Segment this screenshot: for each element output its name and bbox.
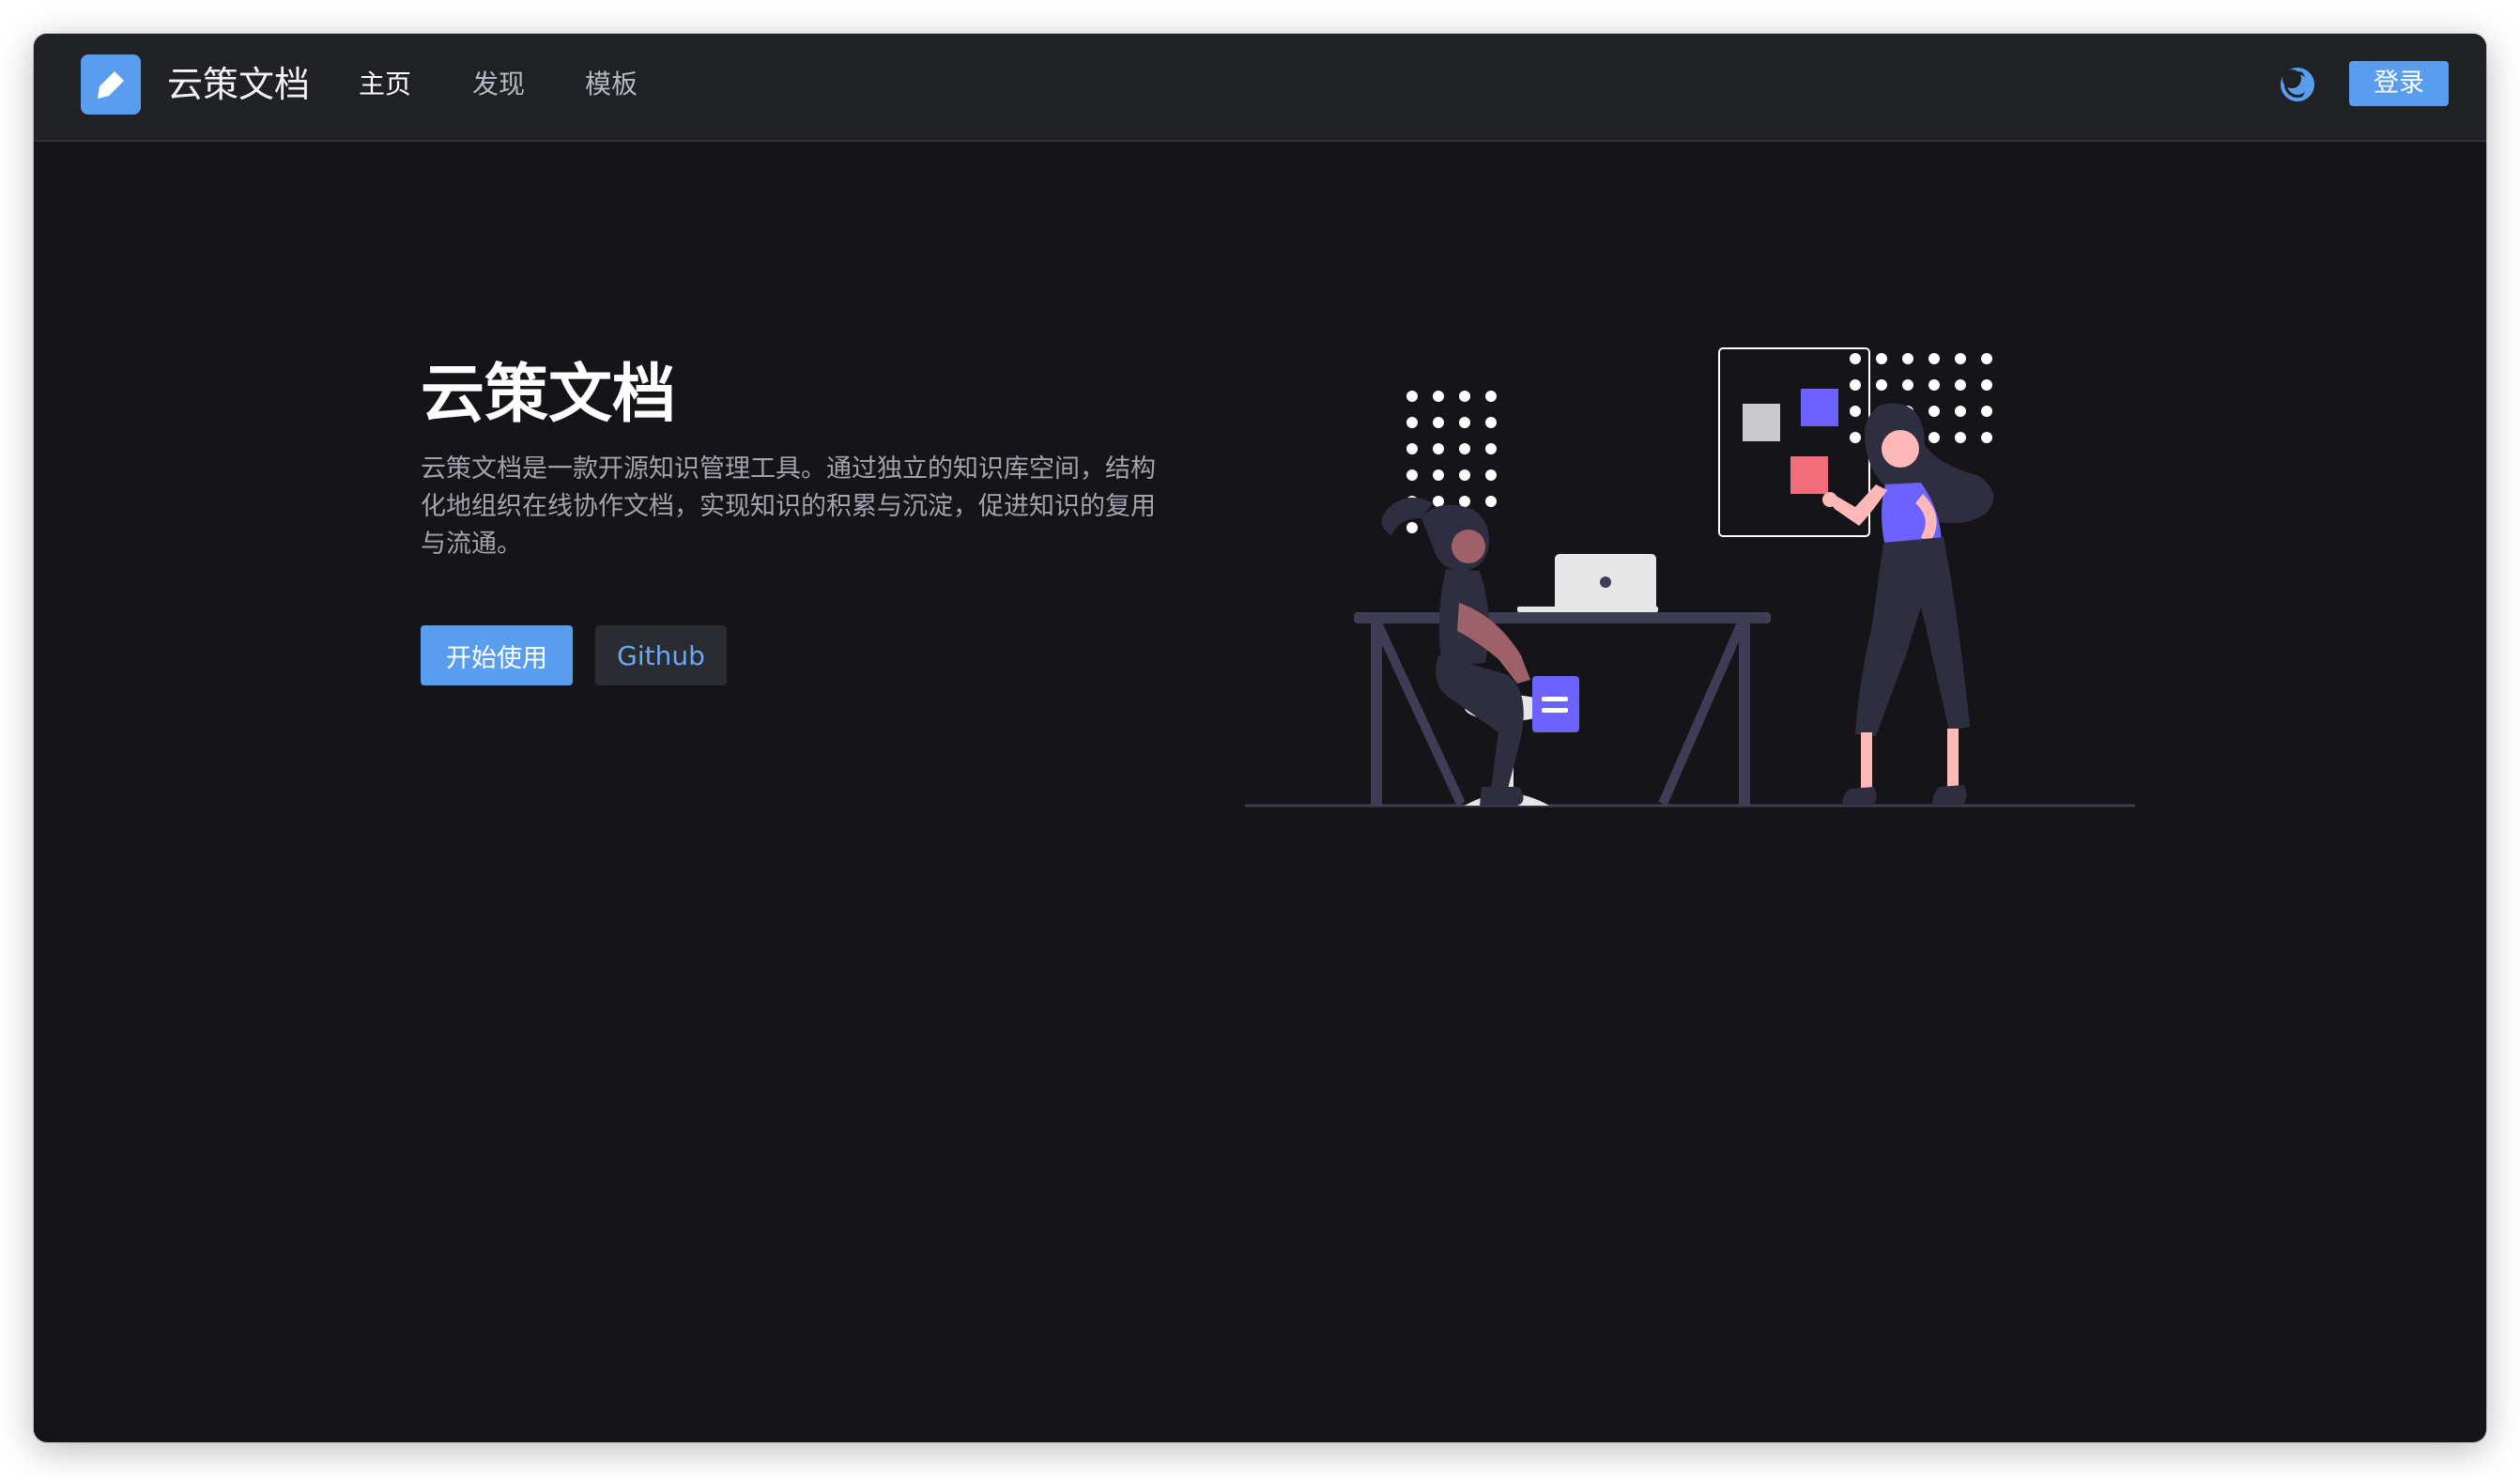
app-brand-name[interactable]: 云策文档 (167, 56, 310, 113)
nav-item-discover[interactable]: 发现 (472, 60, 525, 109)
github-button[interactable]: Github (595, 625, 727, 685)
team-collaboration-illustration (1207, 306, 2146, 832)
standing-person (1822, 403, 1994, 806)
sticky-note-purple (1801, 389, 1838, 426)
app-window: 云策文档 主页 发现 模板 登录 云策文档 云策文档是一款开源知识管理工具。通过… (34, 34, 2486, 1442)
sticky-note-gray (1743, 404, 1780, 441)
login-button[interactable]: 登录 (2349, 61, 2449, 106)
get-started-button[interactable]: 开始使用 (421, 625, 573, 685)
desk-top (1354, 612, 1771, 623)
nav-item-templates[interactable]: 模板 (585, 60, 638, 109)
sticky-note-pink (1790, 456, 1828, 494)
top-navbar: 云策文档 主页 发现 模板 登录 (34, 34, 2486, 142)
seated-person (1381, 497, 1579, 806)
edit-pen-icon (98, 71, 124, 99)
moon-icon (2281, 68, 2314, 101)
nav-item-home[interactable]: 主页 (359, 60, 411, 109)
hero-description: 云策文档是一款开源知识管理工具。通过独立的知识库空间，结构化地组织在线协作文档，… (421, 454, 1156, 559)
theme-toggle-button[interactable] (2278, 65, 2317, 104)
app-logo[interactable] (81, 54, 141, 115)
hero-title: 云策文档 (421, 358, 677, 432)
